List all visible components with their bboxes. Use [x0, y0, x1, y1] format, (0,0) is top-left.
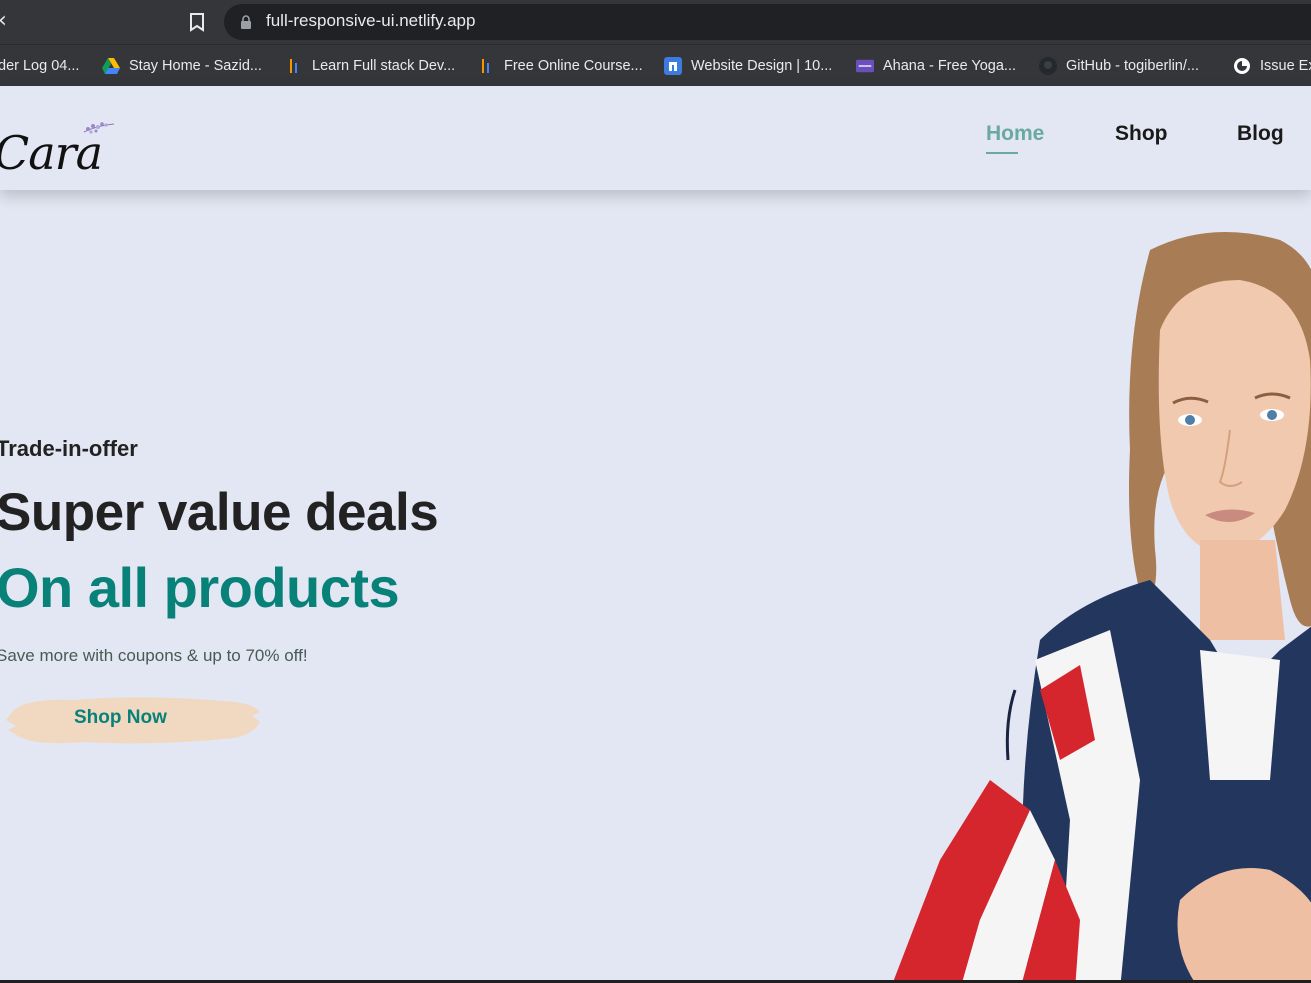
nav-home[interactable]: Home [986, 122, 1044, 146]
chart-bars-icon [285, 57, 303, 75]
bookmark-label: Learn Full stack Dev... [312, 58, 456, 74]
bookmark-item[interactable]: Free Online Course... [477, 45, 643, 87]
bookmark-label: Website Design | 10... [691, 58, 833, 74]
bookmark-label: Stay Home - Sazid... [129, 58, 262, 74]
hero-highlight: On all products [0, 556, 400, 619]
issue-icon [1233, 57, 1251, 75]
hero-model-image [892, 232, 1311, 983]
bookmark-item[interactable]: GitHub - togiberlin/... [1039, 45, 1199, 87]
hero-section: Trade-in-offer Super value deals On all … [0, 190, 1311, 983]
url-text[interactable]: full-responsive-ui.netlify.app [266, 11, 475, 31]
bookmark-label: der Log 04... [0, 58, 80, 74]
bookmark-item[interactable]: Website Design | 10... [664, 45, 832, 87]
site-header: Cara Home Shop Blog [0, 86, 1311, 190]
chart-bars-icon [477, 57, 495, 75]
bookmark-item[interactable]: Learn Full stack Dev... [285, 45, 455, 87]
bookmark-label: Free Online Course... [504, 58, 643, 74]
bookmark-item[interactable]: Ahana - Free Yoga... [856, 45, 1016, 87]
github-icon [1039, 57, 1057, 75]
logo-text: Cara [0, 126, 103, 180]
hero-headline: Super value deals [0, 483, 439, 542]
bookmark-item[interactable]: Issue Ex [1233, 45, 1311, 87]
bookmark-icon[interactable] [188, 12, 206, 32]
colorlib-icon [856, 57, 874, 75]
bookmark-item[interactable]: der Log 04... [0, 45, 79, 87]
bookmark-label: GitHub - togiberlin/... [1066, 58, 1199, 74]
google-drive-icon [102, 57, 120, 75]
n-logo-icon [664, 57, 682, 75]
browser-toolbar: ‹ full-responsive-ui.netlify.app [0, 0, 1311, 44]
bookmark-item[interactable]: Stay Home - Sazid... [102, 45, 262, 87]
hero-description: Save more with coupons & up to 70% off! [0, 646, 308, 665]
lock-icon [241, 15, 251, 29]
nav-active-indicator [986, 152, 1018, 154]
hero-kicker: Trade-in-offer [0, 436, 138, 461]
bookmark-label: Ahana - Free Yoga... [883, 58, 1017, 74]
shop-now-button[interactable]: Shop Now [4, 690, 264, 750]
bookmark-label: Issue Ex [1260, 58, 1311, 74]
nav-shop[interactable]: Shop [1115, 122, 1168, 146]
nav-blog[interactable]: Blog [1237, 122, 1284, 146]
shop-now-label: Shop Now [74, 707, 167, 728]
logo[interactable]: Cara [0, 104, 126, 180]
bookmarks-bar: der Log 04... Stay Home - Sazid... Learn… [0, 44, 1311, 86]
back-arrow-icon[interactable]: ‹ [0, 10, 18, 34]
